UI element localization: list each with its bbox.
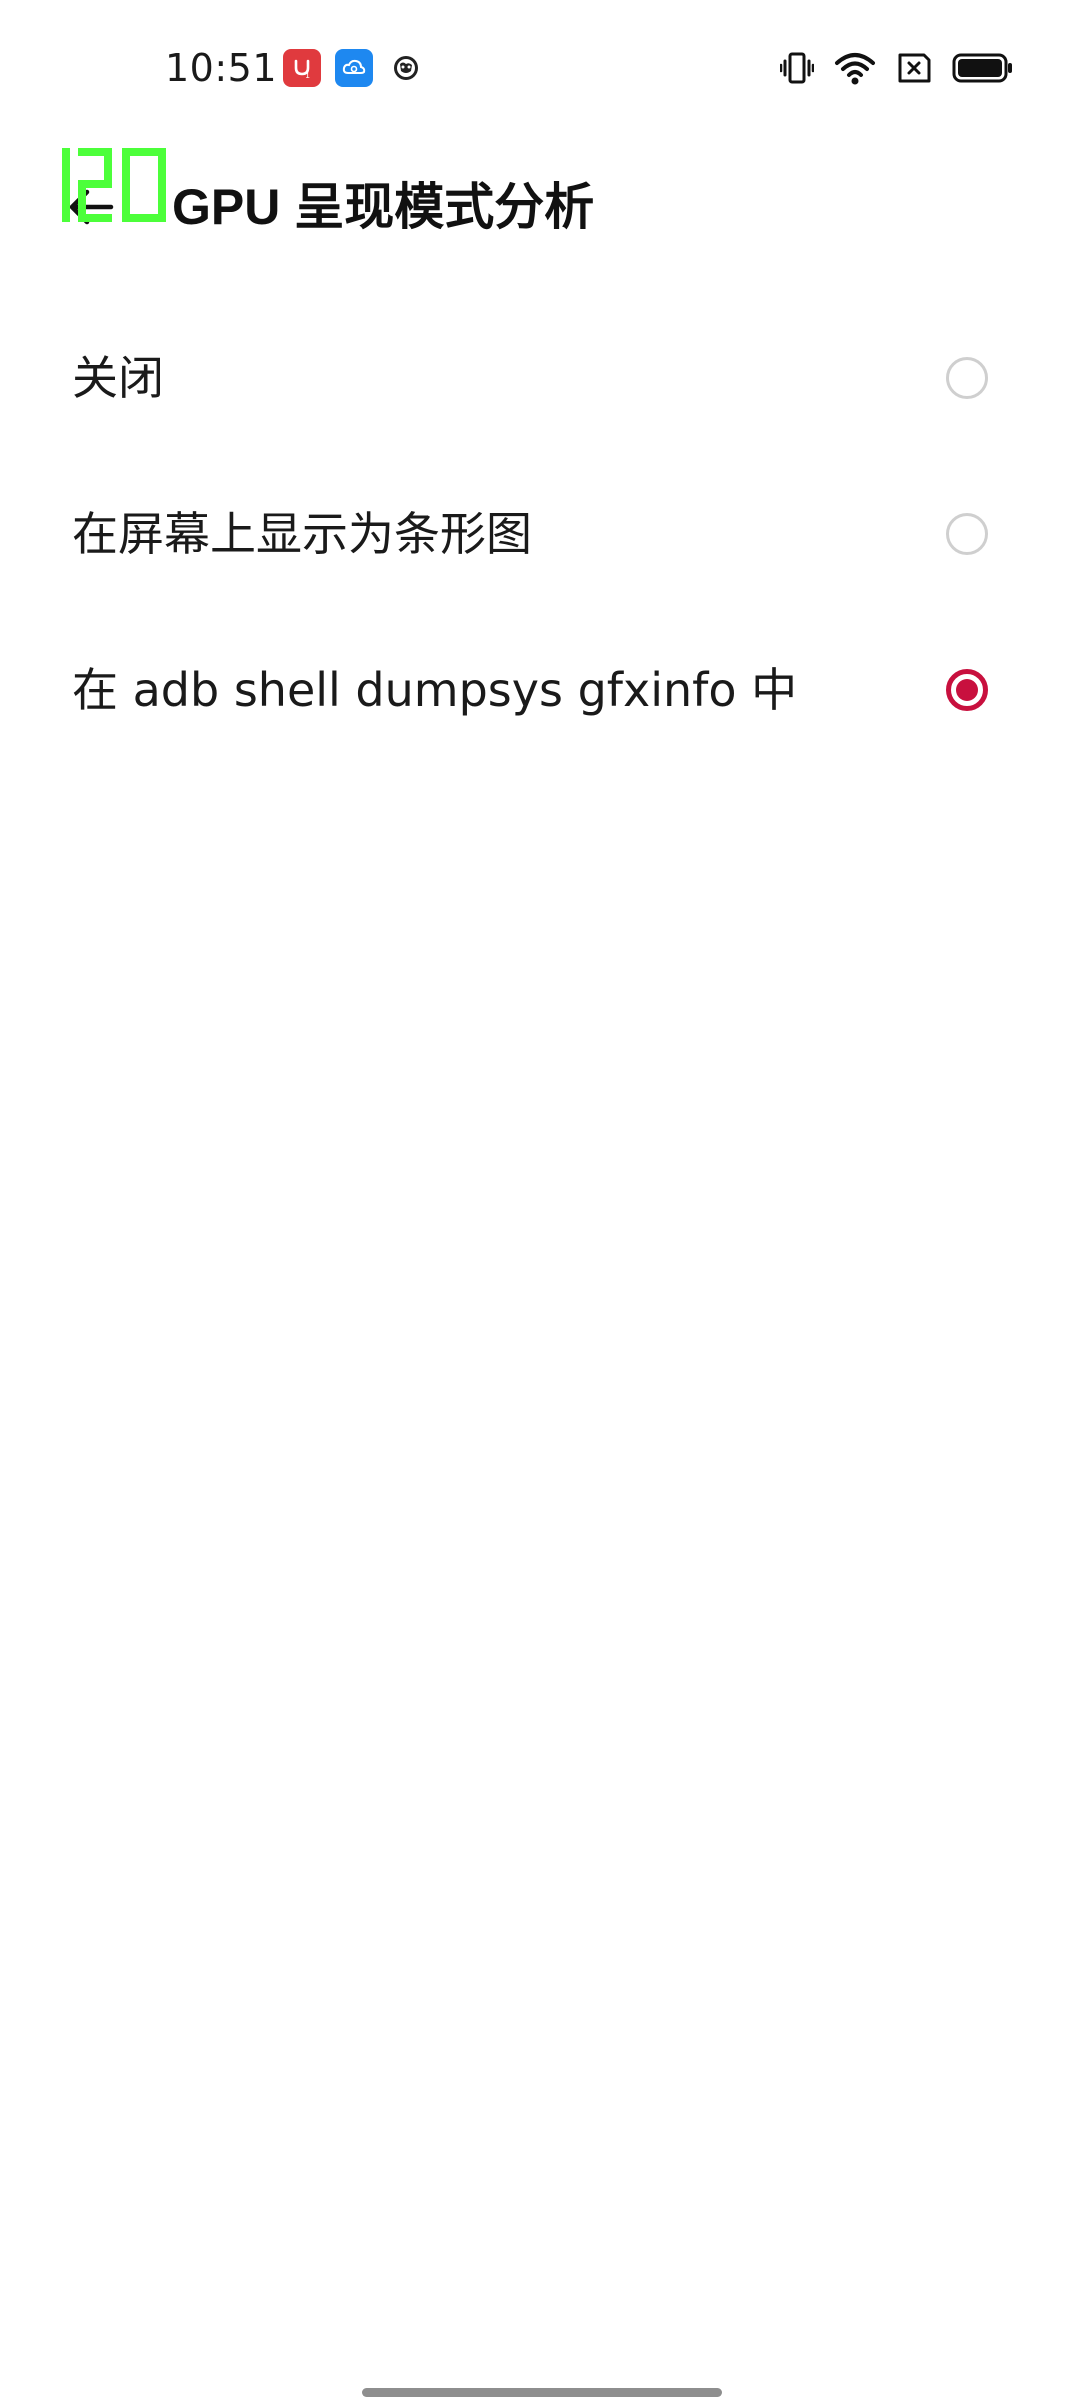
status-time: 10:51 xyxy=(165,46,278,90)
wifi-icon xyxy=(834,50,876,86)
page-title: GPU 呈现模式分析 xyxy=(172,179,595,235)
option-label: 关闭 xyxy=(72,351,164,405)
system-icons xyxy=(760,48,1014,88)
radio-button-selected[interactable] xyxy=(946,669,988,711)
battery-icon xyxy=(952,52,1014,84)
shopping-bag-app-icon: 1 xyxy=(283,49,321,87)
radio-button[interactable] xyxy=(946,357,988,399)
option-off[interactable]: 关闭 xyxy=(0,300,1080,456)
svg-text:1: 1 xyxy=(305,71,310,80)
status-bar: 10:51 1 xyxy=(0,0,1080,130)
options-list: 关闭 在屏幕上显示为条形图 在 adb shell dumpsys gfxinf… xyxy=(0,300,1080,768)
option-label: 在屏幕上显示为条形图 xyxy=(72,507,532,561)
no-sim-icon xyxy=(896,52,932,84)
option-adb-gfxinfo[interactable]: 在 adb shell dumpsys gfxinfo 中 xyxy=(0,612,1080,768)
fps-overlay xyxy=(60,144,170,226)
notification-icons: 1 xyxy=(283,49,439,87)
option-on-screen-bars[interactable]: 在屏幕上显示为条形图 xyxy=(0,456,1080,612)
cloud-app-icon xyxy=(335,49,373,87)
screen: 10:51 1 GPU 呈现模式分析 关闭 在屏幕上显示为条形图 在 adb s… xyxy=(0,0,1080,2400)
gesture-navigation-bar[interactable] xyxy=(362,2388,722,2397)
vibrate-icon xyxy=(780,49,814,87)
option-label: 在 adb shell dumpsys gfxinfo 中 xyxy=(72,663,798,717)
radio-button[interactable] xyxy=(946,513,988,555)
globe-app-icon xyxy=(387,49,425,87)
